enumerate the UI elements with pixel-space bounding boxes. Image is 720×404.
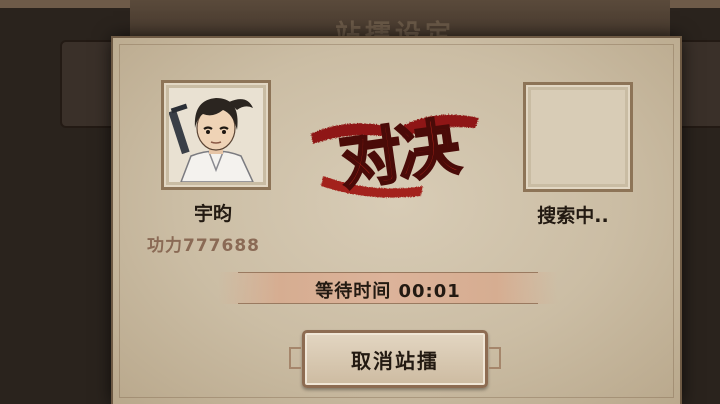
opponent-status: 搜索中.. (537, 205, 609, 227)
matchmaking-dialog: 宇昀 功力777688 对决 搜索中.. 等待时间 00:01 取消站擂 (113, 38, 680, 404)
opponent-avatar-empty (531, 90, 625, 184)
swordsman-avatar-icon (169, 88, 263, 182)
versus-emblem: 对决 (303, 98, 493, 208)
player-avatar (169, 88, 263, 182)
opponent-avatar-frame (523, 82, 633, 192)
versus-label: 对决 (335, 110, 464, 199)
cancel-challenge-button[interactable]: 取消站擂 (289, 330, 501, 388)
player-name: 宇昀 (193, 203, 232, 225)
wait-timer-bar: 等待时间 00:01 (218, 272, 558, 304)
cancel-challenge-label: 取消站擂 (351, 349, 439, 373)
player-avatar-frame (161, 80, 271, 190)
wait-timer-text: 等待时间 00:01 (315, 281, 461, 302)
versus-brush-icon: 对决 (311, 109, 479, 200)
player-power: 功力777688 (147, 236, 260, 256)
